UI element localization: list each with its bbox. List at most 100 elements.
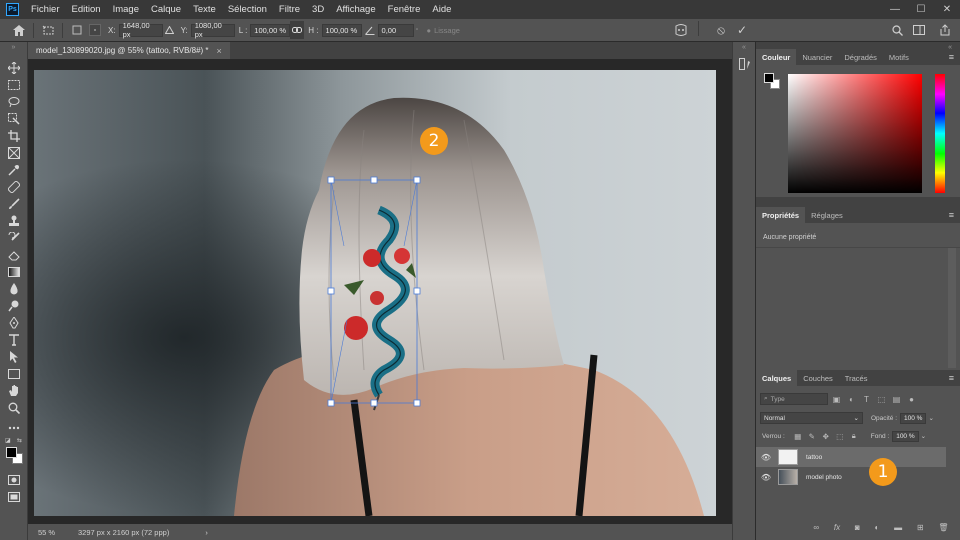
filter-adjustment-icon[interactable]: ◐ [845,393,858,405]
opacity-field[interactable]: 100 % [900,412,927,424]
chevron-down-icon[interactable]: ⌄ [921,432,926,440]
path-selection-tool-icon[interactable] [4,349,24,365]
angle-icon[interactable] [362,21,378,39]
menu-affichage[interactable]: Affichage [330,4,381,15]
object-selection-tool-icon[interactable] [4,111,24,127]
layer-kind-filter[interactable]: ⌕ Type [760,393,828,405]
chevron-down-icon[interactable]: ⌄ [928,414,933,422]
cancel-transform-icon[interactable]: ⦸ [712,21,730,39]
zoom-level[interactable]: 55 % [28,528,68,537]
transform-tool-preset-icon[interactable] [39,21,57,39]
menu-aide[interactable]: Aide [426,4,457,15]
lasso-tool-icon[interactable] [4,94,24,110]
document-tab[interactable]: model_130899020.jpg @ 55% (tattoo, RVB/8… [28,42,230,59]
history-brush-tool-icon[interactable] [4,230,24,246]
link-layers-icon[interactable]: ∞ [813,523,819,532]
visibility-eye-icon[interactable]: 👁︎ [756,467,776,487]
clone-stamp-tool-icon[interactable] [4,213,24,229]
menu-selection[interactable]: Sélection [222,4,273,15]
filter-shape-icon[interactable]: ⬚ [875,393,888,405]
home-icon[interactable] [10,21,28,39]
panel-fg-bg-swatches[interactable] [764,73,782,91]
foreground-color-swatch[interactable] [6,447,17,458]
crop-tool-icon[interactable] [4,128,24,144]
menu-texte[interactable]: Texte [187,4,222,15]
tab-degrades[interactable]: Dégradés [838,49,883,65]
x-position-field[interactable]: 1648,00 px [118,21,163,39]
quick-mask-icon[interactable] [4,472,24,488]
angle-field[interactable]: 0,00 [377,23,414,37]
frame-tool-icon[interactable] [4,145,24,161]
height-field[interactable]: 100,00 % [321,23,362,37]
width-field[interactable]: 100,00 % [250,23,291,37]
eyedropper-tool-icon[interactable] [4,162,24,178]
panel-menu-icon[interactable]: ≡ [949,210,960,220]
layer-row-tattoo[interactable]: 👁︎ tattoo [756,447,946,467]
menu-fichier[interactable]: Fichier [25,4,66,15]
warp-mode-icon[interactable] [672,21,690,39]
new-layer-icon[interactable]: ⊞ [917,523,924,532]
document-canvas[interactable] [34,70,716,516]
tab-nuancier[interactable]: Nuancier [796,49,838,65]
status-menu-arrow-icon[interactable]: › [205,528,208,537]
filter-smart-object-icon[interactable]: ▤ [890,393,903,405]
workspace-icon[interactable] [910,21,928,39]
filter-toggle-icon[interactable]: ● [905,393,918,405]
minimize-button[interactable]: — [882,0,908,19]
history-panel-icon[interactable] [737,56,753,72]
screen-mode-icon[interactable] [4,489,24,505]
color-swatches[interactable]: ◪ ⇆ [5,437,25,464]
close-tab-icon[interactable]: × [217,46,222,56]
tab-calques[interactable]: Calques [756,370,798,386]
search-icon[interactable] [888,21,906,39]
y-position-field[interactable]: 1080,00 px [190,21,235,39]
type-tool-icon[interactable] [4,332,24,348]
tab-couches[interactable]: Couches [797,370,839,386]
tab-couleur[interactable]: Couleur [756,49,797,65]
lock-all-icon[interactable]: 🔒︎ [847,430,861,442]
default-colors-icon[interactable]: ◪ [5,437,11,444]
menu-filtre[interactable]: Filtre [273,4,306,15]
link-icon[interactable] [290,21,305,39]
panel-foreground-swatch[interactable] [764,73,774,83]
menu-edition[interactable]: Edition [66,4,107,15]
tab-reglages[interactable]: Réglages [805,207,849,223]
layer-name[interactable]: tattoo [806,454,822,461]
layer-style-icon[interactable]: fx [834,523,840,532]
reference-point-grid-icon[interactable] [86,21,104,39]
color-picker-field[interactable] [788,74,922,193]
share-icon[interactable] [936,21,954,39]
delete-layer-icon[interactable]: 🗑︎ [938,523,948,532]
maximize-button[interactable]: ☐ [908,0,934,19]
layer-row-model-photo[interactable]: 👁︎ model photo [756,467,946,487]
add-mask-icon[interactable]: ◙ [855,523,860,532]
panel-menu-icon[interactable]: ≡ [949,373,960,383]
tab-traces[interactable]: Tracés [839,370,874,386]
swap-colors-icon[interactable]: ⇆ [17,437,22,444]
close-window-button[interactable]: ✕ [934,0,960,19]
gradient-tool-icon[interactable] [4,264,24,280]
blur-tool-icon[interactable] [4,281,24,297]
scrollbar[interactable] [948,248,956,368]
collapse-toolbar-icon[interactable]: » [0,42,27,53]
visibility-eye-icon[interactable]: 👁︎ [756,447,776,467]
move-tool-icon[interactable] [4,60,24,76]
filter-type-icon[interactable]: T [860,393,873,405]
pen-tool-icon[interactable] [4,315,24,331]
filter-pixel-icon[interactable]: ▣ [830,393,843,405]
dodge-tool-icon[interactable] [4,298,24,314]
lock-position-icon[interactable]: ✥ [819,430,833,442]
healing-brush-tool-icon[interactable] [4,179,24,195]
menu-3d[interactable]: 3D [306,4,330,15]
hue-slider[interactable] [935,74,945,193]
photoshop-logo-icon[interactable]: Ps [6,3,19,16]
rectangle-tool-icon[interactable] [4,366,24,382]
panel-menu-icon[interactable]: ≡ [949,52,960,62]
lock-image-icon[interactable]: ✎ [805,430,819,442]
tab-proprietes[interactable]: Propriétés [756,207,806,223]
zoom-tool-icon[interactable] [4,400,24,416]
marquee-tool-icon[interactable] [4,77,24,93]
collapse-dock-icon[interactable]: « [733,42,755,53]
new-group-icon[interactable]: ▬ [894,523,902,532]
tab-motifs[interactable]: Motifs [883,49,915,65]
